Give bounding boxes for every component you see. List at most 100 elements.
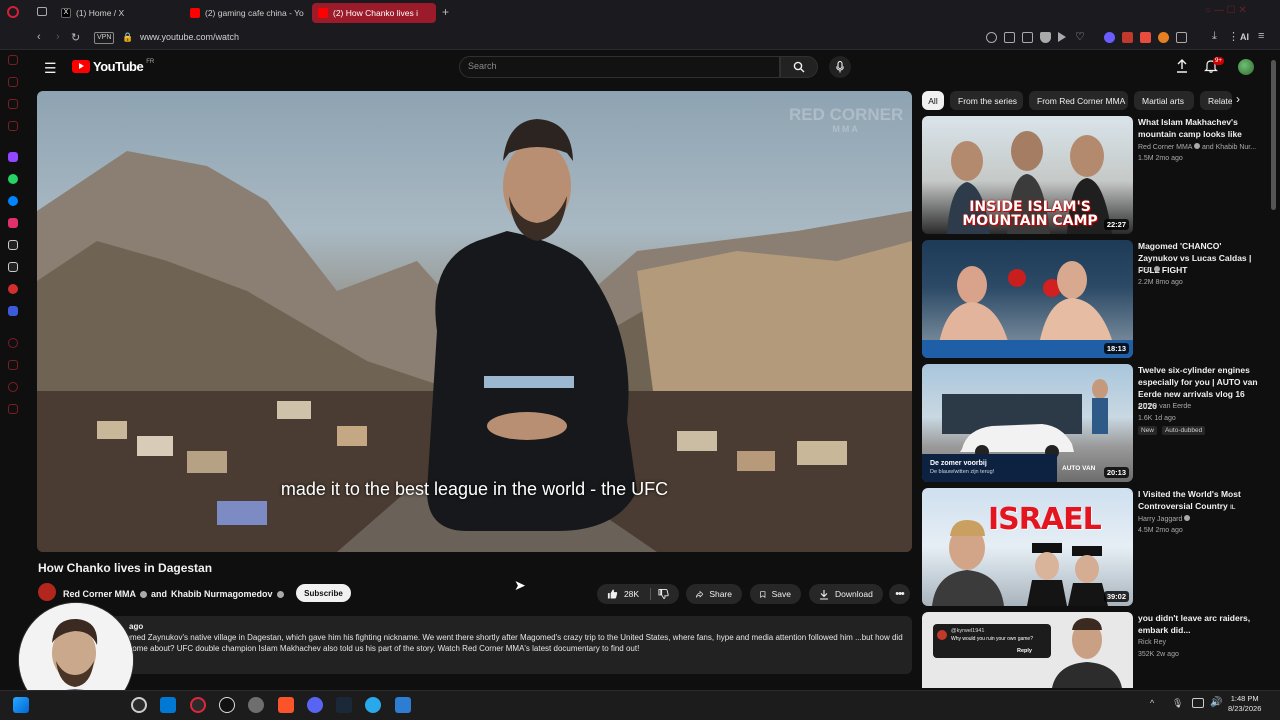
taskbar-clock[interactable]: 1:48 PM 8/23/2026 — [1228, 694, 1261, 714]
chevron-right-icon[interactable]: › — [1236, 92, 1240, 106]
instagram-icon[interactable] — [8, 218, 18, 228]
subscribe-button[interactable]: Subscribe — [296, 584, 351, 602]
recommendation-channel[interactable]: Rick Rey — [1138, 639, 1166, 646]
forward-icon[interactable]: › — [56, 31, 60, 43]
download-icon[interactable]: ⤓ — [1212, 30, 1217, 43]
x-icon[interactable] — [8, 262, 18, 272]
video-player[interactable]: RED CORNER MMA made it to the best league… — [37, 91, 912, 552]
recommendation-channel[interactable]: Red Corner MMA and Khabib Nur... — [1138, 143, 1256, 151]
twitch-icon[interactable] — [8, 152, 18, 162]
windows-start-icon[interactable] — [13, 697, 29, 713]
workspaces-icon[interactable] — [37, 7, 47, 16]
outlook-icon[interactable] — [160, 697, 176, 713]
clip-icon[interactable] — [1004, 32, 1015, 43]
new-tab-icon[interactable]: + — [442, 5, 449, 19]
recommendation-item[interactable]: @kyrwel1941 Why would you ruin your own … — [922, 612, 1262, 688]
extensions-puzzle-icon[interactable] — [1176, 32, 1187, 43]
steam-icon[interactable] — [336, 697, 352, 713]
recommendation-channel[interactable]: AUTO van Eerde — [1138, 403, 1191, 410]
chip-all[interactable]: All — [922, 91, 944, 110]
chip-from-series[interactable]: From the series — [950, 91, 1023, 110]
recommendation-title[interactable]: you didn't leave arc raiders, embark did… — [1138, 612, 1262, 636]
heart-icon[interactable]: ♡ — [1075, 30, 1085, 43]
channel-avatar[interactable] — [38, 583, 56, 601]
whatsapp-icon[interactable] — [8, 174, 18, 184]
extension-icon[interactable] — [1140, 32, 1151, 43]
ai-button[interactable]: AI — [1240, 32, 1249, 42]
opera-logo-icon[interactable] — [7, 6, 19, 18]
extension-icon[interactable] — [1122, 32, 1133, 43]
bookmarks-icon[interactable] — [8, 360, 18, 370]
sidebar-settings-icon[interactable] — [8, 404, 18, 414]
page-scrollbar[interactable] — [1271, 60, 1276, 210]
recommendation-thumbnail[interactable]: INSIDE ISLAM'S MOUNTAIN CAMP 22:27 — [922, 116, 1133, 234]
tab-gaming-cafe[interactable]: (2) gaming cafe china - Yo — [184, 3, 308, 23]
opera-taskbar-icon[interactable] — [190, 697, 206, 713]
recommendation-thumbnail[interactable]: ISRAEL 39:02 — [922, 488, 1133, 606]
hamburger-menu-icon[interactable]: ☰ — [44, 60, 57, 77]
url-field[interactable]: www.youtube.com/watch — [140, 32, 239, 42]
tab-current-video[interactable]: (2) How Chanko lives i — [312, 3, 436, 23]
sidebar-person-icon[interactable] — [8, 77, 18, 87]
extension-icon[interactable] — [1158, 32, 1169, 43]
extension-icon[interactable] — [1104, 32, 1115, 43]
snapshot-icon[interactable] — [1022, 32, 1033, 43]
tiktok-icon[interactable] — [8, 240, 18, 250]
search-button[interactable] — [780, 56, 818, 78]
sidebar-bag-icon[interactable] — [8, 99, 18, 109]
recommendation-item[interactable]: 18:13 Magomed 'CHANCO' Zaynukov vs Lucas… — [922, 240, 1262, 358]
recommendation-channel[interactable]: Harry Jaggard — [1138, 515, 1191, 523]
save-button[interactable]: Save — [750, 584, 801, 604]
unreal-icon[interactable] — [219, 697, 235, 713]
chip-from-channel[interactable]: From Red Corner MMA — [1029, 91, 1128, 110]
recommendation-title[interactable]: I Visited the World's Most Controversial… — [1138, 488, 1263, 514]
app-icon[interactable] — [248, 697, 264, 713]
recommendation-thumbnail[interactable]: 18:13 — [922, 240, 1133, 358]
channel-name-primary[interactable]: Red Corner MMA — [63, 589, 136, 599]
channel-name-secondary[interactable]: Khabib Nurmagomedov — [171, 589, 273, 599]
zoom-icon[interactable] — [986, 32, 997, 43]
user-avatar[interactable] — [1238, 59, 1254, 75]
messenger-icon[interactable] — [8, 196, 18, 206]
thumbs-down-icon[interactable] — [658, 588, 669, 600]
brave-icon[interactable] — [278, 697, 294, 713]
telegram-icon[interactable] — [365, 697, 381, 713]
reload-icon[interactable]: ↻ — [71, 31, 80, 44]
app-icon[interactable] — [395, 697, 411, 713]
voice-search-button[interactable] — [829, 56, 851, 78]
youtube-logo[interactable]: YouTube FR — [72, 59, 154, 74]
settings-icon[interactable]: ⋮ — [1228, 30, 1239, 43]
channel-names[interactable]: Red Corner MMA and Khabib Nurmagomedov — [63, 589, 284, 599]
recommendation-channel[interactable]: UFC — [1138, 266, 1161, 274]
volume-icon[interactable]: 🔊 — [1210, 697, 1222, 708]
vk-icon[interactable] — [8, 284, 18, 294]
settings-app-icon[interactable] — [131, 697, 147, 713]
vpn-badge[interactable]: VPN — [94, 32, 115, 44]
chip-martial-arts[interactable]: Martial arts — [1134, 91, 1194, 110]
recommendation-item[interactable]: ISRAEL 39:02 I Visited the World's Most … — [922, 488, 1262, 606]
like-count[interactable]: 28K — [624, 589, 639, 599]
sidebar-pin-icon[interactable] — [8, 55, 18, 65]
recommendation-thumbnail[interactable]: De zomer voorbij De blauw/witten zijn te… — [922, 364, 1133, 482]
more-actions-button[interactable]: ••• — [889, 584, 910, 604]
network-icon[interactable] — [1192, 698, 1204, 708]
search-input[interactable] — [468, 61, 768, 71]
thumbs-up-icon[interactable] — [607, 588, 618, 600]
recommendation-item[interactable]: INSIDE ISLAM'S MOUNTAIN CAMP 22:27 What … — [922, 116, 1262, 234]
chip-related[interactable]: Relate — [1200, 91, 1232, 110]
discord-icon[interactable] — [307, 697, 323, 713]
shield-icon[interactable] — [1040, 32, 1051, 43]
clock-icon[interactable] — [8, 382, 18, 392]
history-icon[interactable] — [8, 338, 18, 348]
menu-icon[interactable]: ≡ — [1258, 30, 1264, 42]
recommendation-item[interactable]: De zomer voorbij De blauw/witten zijn te… — [922, 364, 1262, 482]
microphone-tray-icon[interactable]: 🎙 — [1172, 698, 1183, 709]
share-button[interactable]: Share — [686, 584, 742, 604]
upload-icon[interactable] — [1175, 59, 1189, 73]
back-icon[interactable]: ‹ — [37, 31, 41, 43]
lock-icon[interactable]: 🔒 — [122, 32, 133, 43]
sidebar-music-icon[interactable] — [8, 121, 18, 131]
download-button[interactable]: Download — [809, 584, 883, 604]
recommendation-thumbnail[interactable]: @kyrwel1941 Why would you ruin your own … — [922, 612, 1133, 688]
recommendation-title[interactable]: What Islam Makhachev's mountain camp loo… — [1138, 116, 1263, 140]
